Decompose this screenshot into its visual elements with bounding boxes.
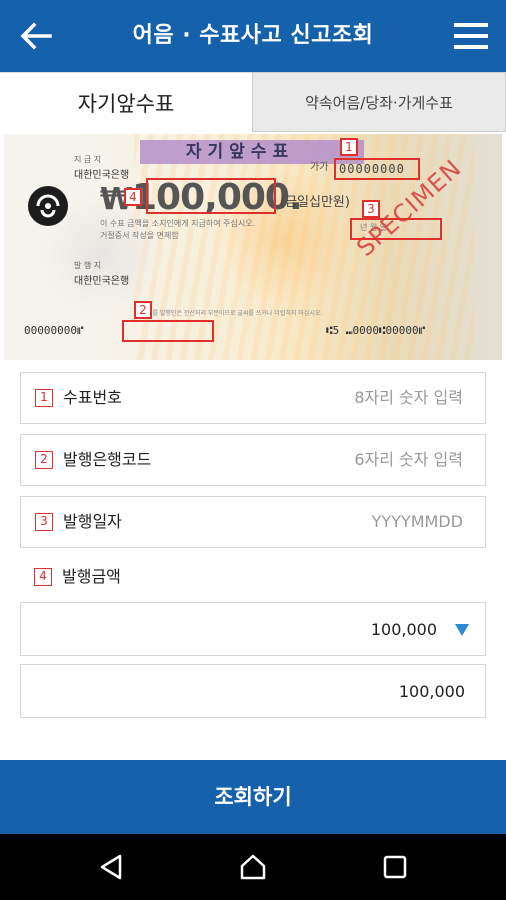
bank-code-field[interactable]: 2 발행은행코드 6자리 숫자 입력 — [20, 434, 486, 486]
tab-promissory-note[interactable]: 약속어음/당좌·가게수표 — [252, 72, 506, 132]
check-issuer-bank: 대한민국은행 — [74, 276, 130, 287]
amount-input[interactable]: 100,000 — [20, 664, 486, 718]
amount-highlight-box — [146, 178, 276, 214]
bank-logo-icon — [28, 186, 68, 226]
field-label: 발행일자 — [63, 512, 122, 531]
marker-1: 1 — [340, 138, 358, 156]
check-micr-right: ⑆5 ⑉0000⑆00000⑈ — [326, 324, 426, 337]
page-title: 어음 · 수표사고 신고조회 — [132, 23, 374, 48]
nav-recents-icon[interactable] — [380, 852, 410, 882]
check-sample-image: 자기앞수표 지 급 지 대한민국은행 가가 00000000 ₩ 100,000… — [4, 134, 502, 360]
marker-4: 4 — [124, 188, 142, 206]
bank-code-placeholder: 6자리 숫자 입력 — [354, 450, 463, 469]
marker-3: 3 — [362, 200, 380, 218]
field-number-badge: 3 — [35, 513, 53, 531]
arrow-left-icon[interactable] — [18, 18, 54, 54]
check-fine-print: 이 수표 금액을 소지인에게 지급하여 주십시오. 거절증서 작성을 면제함 — [100, 218, 255, 242]
check-amount-korean: (금일십만원) — [280, 195, 350, 210]
check-payer-bank: 대한민국은행 — [74, 170, 130, 181]
field-number-badge: 2 — [35, 451, 53, 469]
bank-code-highlight-box — [122, 320, 214, 342]
field-label: 발행금액 — [62, 567, 121, 586]
caret-down-icon[interactable] — [455, 624, 469, 636]
field-label: 발행은행코드 — [63, 450, 152, 469]
check-micr-left: 00000000⑈ — [24, 324, 84, 337]
app-bar: 어음 · 수표사고 신고조회 — [0, 0, 506, 72]
issue-amount-label-row: 4 발행금액 — [20, 558, 486, 596]
check-fine-print-2: 거절증서 작성을 면제함 — [100, 231, 179, 240]
serial-highlight-box — [334, 158, 420, 180]
check-number-field[interactable]: 1 수표번호 8자리 숫자 입력 — [20, 372, 486, 424]
tab-bar: 자기앞수표 약속어음/당좌·가게수표 — [0, 72, 506, 132]
amount-input-value: 100,000 — [398, 682, 465, 701]
check-payer-label: 지 급 지 — [74, 155, 102, 164]
check-number-placeholder: 8자리 숫자 입력 — [354, 388, 463, 407]
nav-back-icon[interactable] — [96, 852, 126, 882]
check-serial-prefix: 가가 — [310, 162, 329, 173]
amount-select[interactable]: 100,000 — [20, 602, 486, 656]
tab-cashier-check[interactable]: 자기앞수표 — [0, 72, 252, 132]
field-label: 수표번호 — [63, 388, 122, 407]
amount-select-value: 100,000 — [370, 620, 437, 639]
hamburger-menu-icon[interactable] — [454, 20, 488, 52]
nav-home-icon[interactable] — [238, 852, 268, 882]
issue-date-field[interactable]: 3 발행일자 YYYYMMDD — [20, 496, 486, 548]
system-nav-bar — [0, 834, 506, 900]
check-tiny-text: 이 수표를 발행인은 전산처리 부분이므로 글씨를 쓰거나 더럽히지 마십시오. — [134, 310, 323, 317]
field-number-badge: 4 — [34, 568, 52, 586]
search-button[interactable]: 조회하기 — [0, 760, 506, 834]
marker-2: 2 — [134, 301, 152, 319]
check-fine-print-1: 이 수표 금액을 소지인에게 지급하여 주십시오. — [100, 219, 256, 228]
date-highlight-box — [350, 218, 442, 240]
field-number-badge: 1 — [35, 389, 53, 407]
issue-date-placeholder: YYYYMMDD — [371, 512, 463, 531]
check-issuer-label: 발 행 지 — [74, 261, 102, 270]
